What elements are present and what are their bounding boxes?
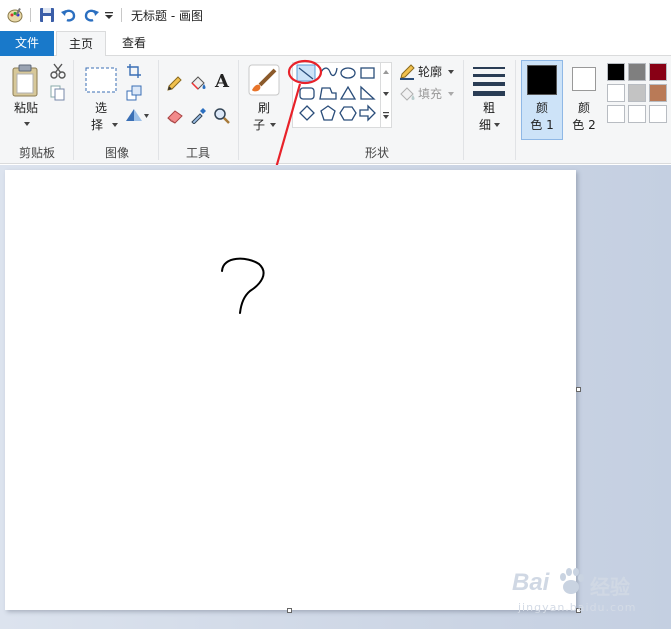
watermark-brand-2: 经验: [590, 575, 630, 599]
divider: [158, 60, 159, 160]
fill-bucket-icon[interactable]: [189, 75, 207, 93]
tab-home[interactable]: 主页: [56, 31, 106, 57]
divider: [30, 8, 31, 22]
canvas-drawing: [221, 257, 265, 314]
select-label-1[interactable]: 选: [86, 100, 116, 116]
tools-group-label: 工具: [185, 146, 210, 160]
watermark-url: jingyan.baidu.com: [518, 601, 637, 614]
redo-icon[interactable]: [82, 6, 100, 24]
outline-icon[interactable]: [399, 64, 415, 80]
undo-icon[interactable]: [60, 6, 78, 24]
divider: [121, 8, 122, 22]
color1-label-2: 色 1: [530, 118, 554, 132]
shapes-gallery-items: [296, 64, 376, 122]
canvas-resize-handle-right[interactable]: [576, 387, 581, 392]
eraser-icon[interactable]: [166, 108, 184, 124]
paste-icon[interactable]: [11, 64, 41, 98]
right-triangle-shape-icon[interactable]: [360, 85, 376, 100]
divider: [463, 60, 464, 160]
right-arrow-shape-icon[interactable]: [359, 104, 376, 122]
workspace: [0, 165, 671, 629]
crop-icon[interactable]: [126, 63, 142, 79]
text-tool-icon[interactable]: A: [213, 72, 231, 92]
divider: [238, 60, 239, 160]
palette-swatch[interactable]: [628, 63, 646, 81]
window-title: 无标题 - 画图: [131, 9, 203, 23]
curve-shape-icon[interactable]: [318, 67, 338, 79]
paint-app-icon[interactable]: [6, 6, 24, 24]
rounded-rectangle-shape-icon[interactable]: [299, 87, 315, 100]
fill-dropdown-icon[interactable]: [446, 90, 456, 98]
drawing-canvas[interactable]: [5, 170, 576, 610]
tab-view[interactable]: 查看: [110, 31, 158, 56]
pentagon-shape-icon[interactable]: [320, 105, 336, 121]
oval-shape-icon[interactable]: [340, 67, 356, 79]
title-bar: 无标题 - 画图: [0, 0, 671, 31]
image-group-label: 图像: [104, 146, 129, 160]
fill-label[interactable]: 填充: [418, 86, 448, 102]
canvas-resize-handle-bottom[interactable]: [287, 608, 292, 613]
polygon-shape-icon[interactable]: [319, 87, 337, 100]
rectangle-shape-icon[interactable]: [360, 67, 375, 79]
brushes-label-1[interactable]: 刷: [250, 100, 278, 116]
copy-icon[interactable]: [50, 85, 66, 101]
color1-swatch: [527, 65, 557, 95]
outline-dropdown-icon[interactable]: [446, 68, 456, 76]
select-dropdown-icon[interactable]: [110, 121, 120, 129]
clipboard-group-label: 剪贴板: [18, 146, 55, 160]
palette-swatch[interactable]: [649, 105, 667, 123]
palette-swatch[interactable]: [628, 105, 646, 123]
tab-file[interactable]: 文件: [0, 31, 54, 56]
shapes-group-label: 形状: [364, 146, 389, 160]
watermark-brand: Bai: [512, 569, 550, 596]
palette-swatch[interactable]: [649, 63, 667, 81]
ribbon-tabs: 文件 主页 查看: [0, 31, 671, 57]
size-dropdown-icon[interactable]: [492, 121, 502, 129]
scroll-up-icon[interactable]: [381, 68, 391, 76]
rotate-icon[interactable]: [124, 107, 150, 123]
palette-swatch[interactable]: [649, 84, 667, 102]
palette-swatch[interactable]: [607, 84, 625, 102]
magnifier-icon[interactable]: [213, 107, 230, 124]
divider: [515, 60, 516, 160]
size-label-1[interactable]: 粗: [476, 100, 502, 116]
save-icon[interactable]: [38, 6, 56, 24]
palette-swatch[interactable]: [607, 63, 625, 81]
palette-swatch[interactable]: [607, 105, 625, 123]
paste-label[interactable]: 粘贴: [10, 100, 42, 116]
ribbon: 粘贴 剪贴板 选 择 图像 A 工具 刷 子 轮廓 填充 形状 粗 细 颜 色 …: [0, 56, 671, 164]
watermark: Bai 经验 jingyan.baidu.com: [508, 565, 668, 625]
paw-logo-icon: [560, 568, 584, 594]
color-picker-icon[interactable]: [190, 108, 206, 124]
triangle-shape-icon[interactable]: [339, 85, 357, 100]
palette-swatch[interactable]: [628, 84, 646, 102]
color2-swatch[interactable]: [572, 67, 596, 91]
brushes-icon[interactable]: [248, 64, 280, 96]
color2-label-1[interactable]: 颜: [567, 100, 601, 116]
size-icon[interactable]: [472, 64, 506, 98]
select-label-2[interactable]: 择: [82, 117, 112, 133]
customize-toolbar-chevron-icon[interactable]: [103, 6, 115, 24]
color2-label-2[interactable]: 色 2: [567, 117, 601, 133]
color1-label-1: 颜: [535, 101, 548, 115]
diamond-shape-icon[interactable]: [299, 105, 315, 121]
fill-icon[interactable]: [399, 86, 415, 102]
hand-drawn-question-mark: [221, 257, 265, 314]
divider: [73, 60, 74, 160]
paste-dropdown-icon[interactable]: [22, 120, 32, 128]
hexagon-shape-icon[interactable]: [339, 106, 357, 121]
resize-icon[interactable]: [126, 85, 142, 101]
scroll-down-icon[interactable]: [381, 90, 391, 98]
select-icon[interactable]: [84, 66, 118, 94]
cut-icon[interactable]: [50, 63, 66, 79]
gallery-expand-icon[interactable]: [381, 110, 391, 122]
pencil-icon[interactable]: [166, 76, 182, 92]
brushes-dropdown-icon[interactable]: [268, 121, 278, 129]
outline-label[interactable]: 轮廓: [418, 64, 448, 80]
